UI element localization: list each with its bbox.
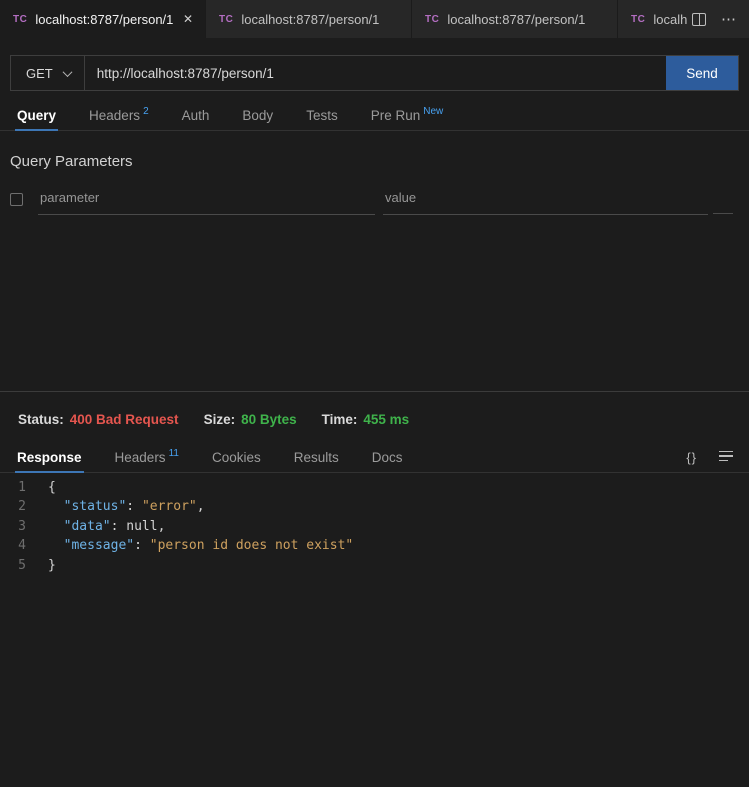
- tab-headers[interactable]: Headers 2: [89, 100, 149, 130]
- options-menu-icon[interactable]: [719, 448, 733, 467]
- json-line: 2 "status": "error",: [0, 497, 749, 516]
- json-token: ,: [197, 499, 205, 514]
- json-line: 1 {: [0, 478, 749, 497]
- close-icon[interactable]: ✕: [181, 12, 195, 26]
- thunder-client-icon: TC: [425, 14, 439, 25]
- tab-headers-label: Headers: [89, 108, 140, 123]
- tab-tests-label: Tests: [306, 108, 338, 123]
- editor-tab-title: localhost:8787/person/1: [35, 12, 173, 27]
- editor-tab-bar: TC localhost:8787/person/1 ✕ TC localhos…: [0, 0, 749, 38]
- json-line: 3 "data": null,: [0, 517, 749, 536]
- json-token: "status": [48, 499, 126, 514]
- json-token: :: [111, 519, 127, 534]
- tab-query-label: Query: [17, 108, 56, 123]
- response-tabs: Response Headers 11 Cookies Results Docs…: [0, 442, 749, 473]
- json-line: 4 "message": "person id does not exist": [0, 536, 749, 555]
- json-token: ,: [158, 519, 166, 534]
- line-number: 4: [0, 536, 26, 555]
- query-parameter-row: [10, 187, 739, 215]
- line-number: 1: [0, 478, 26, 497]
- json-token: :: [126, 499, 142, 514]
- tab-results[interactable]: Results: [294, 442, 339, 472]
- editor-tab-1[interactable]: TC localhost:8787/person/1 ✕: [0, 0, 206, 38]
- editor-tab-3[interactable]: TC localhost:8787/person/1: [412, 0, 618, 38]
- size-value: 80 Bytes: [241, 412, 297, 427]
- http-method-value: GET: [26, 66, 53, 81]
- more-actions-icon[interactable]: ⋯: [721, 12, 736, 27]
- line-number: 3: [0, 517, 26, 536]
- tab-bar-actions: ⋯: [687, 0, 749, 38]
- row-action-underline: [713, 188, 733, 214]
- json-token: "error": [142, 499, 197, 514]
- json-token: "person id does not exist": [150, 538, 354, 553]
- chevron-down-icon: [62, 67, 72, 77]
- json-line: 5 }: [0, 556, 749, 575]
- tab-tests[interactable]: Tests: [306, 100, 338, 130]
- editor-tab-title: localhost:8787/person/1: [447, 12, 607, 27]
- time-label: Time:: [322, 412, 358, 427]
- query-parameters-title: Query Parameters: [10, 153, 749, 170]
- tab-cookies[interactable]: Cookies: [212, 442, 261, 472]
- json-token: {: [48, 480, 56, 495]
- response-toolbar: {}: [686, 442, 749, 472]
- response-body[interactable]: 1 { 2 "status": "error", 3 "data": null,…: [0, 478, 749, 575]
- thunder-client-icon: TC: [13, 14, 27, 25]
- time-value: 455 ms: [363, 412, 409, 427]
- json-token: :: [134, 538, 150, 553]
- json-token: "data": [48, 519, 111, 534]
- tab-auth[interactable]: Auth: [182, 100, 210, 130]
- line-number: 2: [0, 497, 26, 516]
- request-panel: GET Send Query Headers 2 Auth Body Tests…: [0, 55, 749, 392]
- json-token: "message": [48, 538, 134, 553]
- response-panel: Status: 400 Bad Request Size: 80 Bytes T…: [0, 392, 749, 575]
- response-status-bar: Status: 400 Bad Request Size: 80 Bytes T…: [0, 392, 749, 427]
- size-group: Size: 80 Bytes: [204, 412, 297, 427]
- tab-docs[interactable]: Docs: [372, 442, 403, 472]
- headers-count-badge: 2: [143, 106, 149, 117]
- tab-response-headers-label: Headers: [115, 450, 166, 465]
- editor-tab-title: localho: [653, 12, 687, 27]
- http-method-select[interactable]: GET: [11, 56, 85, 90]
- request-bar: GET Send: [10, 55, 739, 91]
- tab-results-label: Results: [294, 450, 339, 465]
- thunder-client-icon: TC: [631, 14, 645, 25]
- split-editor-icon[interactable]: [692, 13, 706, 26]
- tab-response[interactable]: Response: [17, 442, 82, 472]
- tab-response-label: Response: [17, 450, 82, 465]
- tab-auth-label: Auth: [182, 108, 210, 123]
- editor-tab-4[interactable]: TC localho: [618, 0, 687, 38]
- size-label: Size:: [204, 412, 236, 427]
- new-badge: New: [423, 106, 443, 117]
- status-group: Status: 400 Bad Request: [18, 412, 179, 427]
- parameter-checkbox[interactable]: [10, 193, 23, 206]
- editor-tab-2[interactable]: TC localhost:8787/person/1: [206, 0, 412, 38]
- request-tabs: Query Headers 2 Auth Body Tests Pre Run …: [0, 100, 749, 131]
- tab-query[interactable]: Query: [17, 100, 56, 130]
- time-group: Time: 455 ms: [322, 412, 410, 427]
- parameter-name-input[interactable]: [38, 187, 375, 215]
- tab-cookies-label: Cookies: [212, 450, 261, 465]
- response-headers-count-badge: 11: [169, 448, 179, 459]
- thunder-client-icon: TC: [219, 14, 233, 25]
- editor-tab-title: localhost:8787/person/1: [241, 12, 401, 27]
- format-json-icon[interactable]: {}: [686, 450, 697, 465]
- tab-body-label: Body: [242, 108, 273, 123]
- send-button[interactable]: Send: [666, 56, 738, 90]
- tab-docs-label: Docs: [372, 450, 403, 465]
- url-input[interactable]: [85, 56, 666, 90]
- tab-body[interactable]: Body: [242, 100, 273, 130]
- tab-pre-run-label: Pre Run: [371, 108, 421, 123]
- tab-response-headers[interactable]: Headers 11: [115, 442, 179, 472]
- tab-pre-run[interactable]: Pre Run New: [371, 100, 444, 130]
- status-label: Status:: [18, 412, 64, 427]
- status-value: 400 Bad Request: [70, 412, 179, 427]
- json-token: null: [126, 519, 157, 534]
- parameter-value-input[interactable]: [383, 187, 708, 215]
- line-number: 5: [0, 556, 26, 575]
- json-token: }: [48, 558, 56, 573]
